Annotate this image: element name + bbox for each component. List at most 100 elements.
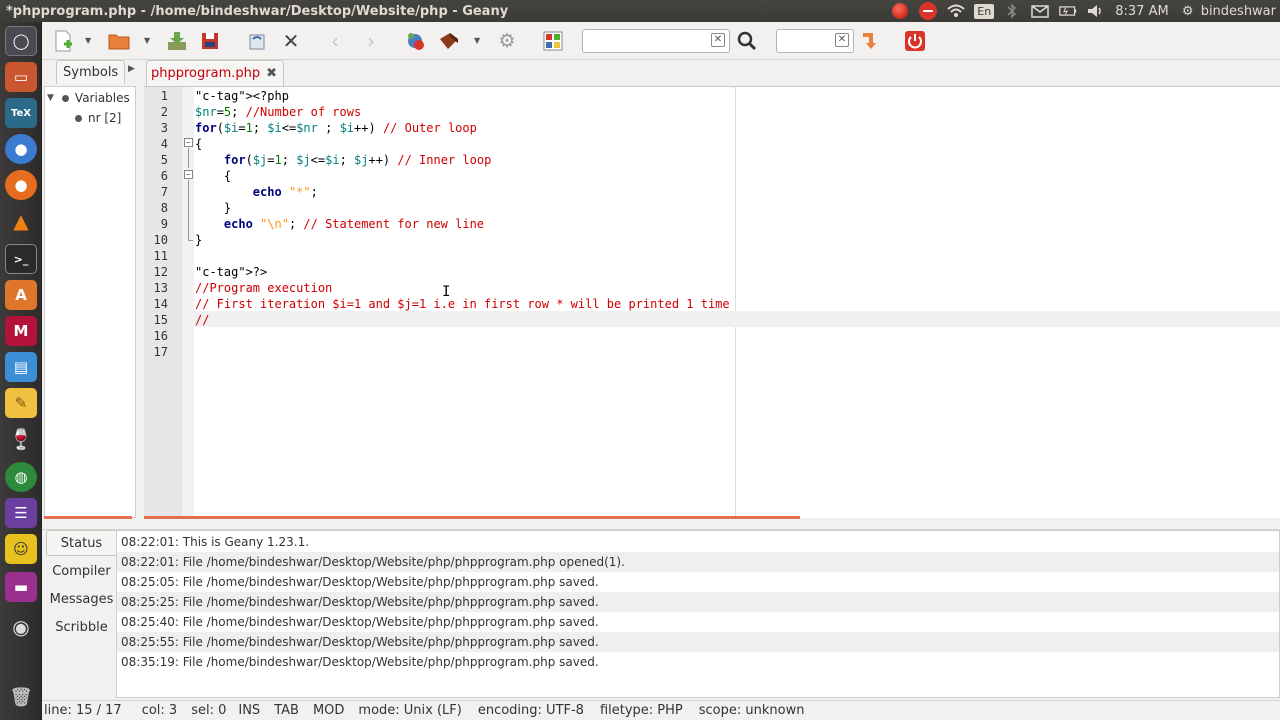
- color-chooser-icon[interactable]: [540, 29, 566, 53]
- code-line[interactable]: //Program execution: [195, 280, 332, 296]
- tab-scribble[interactable]: Scribble: [46, 614, 116, 640]
- code-line[interactable]: "c-tag">?>: [195, 264, 267, 280]
- code-line[interactable]: echo "*";: [195, 184, 318, 200]
- tree-item-variables[interactable]: ▼ Variables: [47, 91, 130, 105]
- search-icon[interactable]: [734, 29, 760, 53]
- keyboard-layout-label: En: [974, 3, 995, 19]
- code-line[interactable]: }: [195, 200, 231, 216]
- tab-messages[interactable]: Messages: [46, 586, 116, 612]
- search-input[interactable]: ✕: [582, 29, 730, 53]
- close-icon[interactable]: ✕: [278, 29, 304, 53]
- bluetooth-icon[interactable]: [1003, 2, 1021, 20]
- code-editor[interactable]: − − 1 2 3 4 5 6 7 8 9 10 11 12 13 14 15 16 17 "c-tag"><?…: [144, 86, 1280, 519]
- revert-icon[interactable]: [244, 29, 270, 53]
- line-number: 15: [153, 313, 168, 327]
- list-item[interactable]: 08:25:40: File /home/bindeshwar/Desktop/…: [117, 612, 1279, 632]
- search-clear-icon[interactable]: ✕: [711, 33, 725, 47]
- symbols-tree: ▼ Variables nr [2]: [44, 86, 136, 518]
- dash-icon[interactable]: ◯: [5, 26, 37, 56]
- tree-item-nr[interactable]: nr [2]: [75, 111, 121, 125]
- line-number: 2: [160, 105, 168, 119]
- code-line[interactable]: "c-tag"><?php: [195, 88, 289, 104]
- list-item[interactable]: 08:25:55: File /home/bindeshwar/Desktop/…: [117, 632, 1279, 652]
- chromium-icon[interactable]: ●: [5, 134, 37, 164]
- trash-icon[interactable]: 🗑: [5, 682, 37, 712]
- dvd-icon[interactable]: ◉: [5, 612, 37, 642]
- code-line[interactable]: echo "\n"; // Statement for new line: [195, 216, 484, 232]
- code-line[interactable]: $nr=5; //Number of rows: [195, 104, 361, 120]
- variable-icon: [75, 114, 82, 122]
- gear-icon[interactable]: ⚙: [1179, 2, 1197, 20]
- code-line[interactable]: {: [195, 168, 231, 184]
- save-icon[interactable]: [164, 29, 190, 53]
- line-number: 10: [153, 233, 168, 247]
- vlc-icon[interactable]: ▲: [5, 206, 37, 236]
- code-line[interactable]: //: [195, 312, 209, 328]
- list-item[interactable]: 08:22:01: This is Geany 1.23.1.: [117, 532, 1279, 552]
- software-center-icon[interactable]: A: [5, 280, 37, 310]
- forward-icon[interactable]: ›: [358, 29, 384, 53]
- list-item[interactable]: 08:25:25: File /home/bindeshwar/Desktop/…: [117, 592, 1279, 612]
- user-avatar-icon[interactable]: ☺: [5, 534, 37, 564]
- tab-status[interactable]: Status: [46, 530, 116, 556]
- notes-icon[interactable]: ✎: [5, 388, 37, 418]
- back-icon[interactable]: ‹: [322, 29, 348, 53]
- stop-icon[interactable]: [919, 2, 938, 20]
- code-line[interactable]: // First iteration $i=1 and $j=1 i.e in …: [195, 296, 730, 312]
- tab-close-icon[interactable]: ✖: [266, 66, 277, 86]
- purple-app-icon[interactable]: ▬: [5, 572, 37, 602]
- user-name[interactable]: bindeshwar: [1201, 4, 1276, 19]
- new-file-dropdown-icon[interactable]: ▼: [85, 36, 91, 45]
- mail-icon[interactable]: [1031, 2, 1049, 20]
- preferences-icon[interactable]: ⚙: [494, 29, 520, 53]
- wifi-icon[interactable]: [947, 2, 965, 20]
- fold-toggle-icon[interactable]: −: [184, 170, 193, 179]
- status-tab: TAB: [274, 703, 299, 718]
- clock[interactable]: 8:37 AM: [1115, 4, 1168, 19]
- goto-clear-icon[interactable]: ✕: [835, 33, 849, 47]
- code-line[interactable]: {: [195, 136, 202, 152]
- volume-icon[interactable]: [1087, 2, 1105, 20]
- tab-compiler[interactable]: Compiler: [46, 558, 116, 584]
- fold-toggle-icon[interactable]: −: [184, 138, 193, 147]
- text-editor-icon[interactable]: ▤: [5, 352, 37, 382]
- save-all-icon[interactable]: [198, 29, 224, 53]
- compile-icon[interactable]: [402, 29, 428, 53]
- document-tab[interactable]: phpprogram.php ✖: [146, 60, 285, 86]
- open-file-icon[interactable]: [106, 29, 132, 53]
- keyboard-icon[interactable]: En: [974, 2, 995, 20]
- list-item[interactable]: 08:22:01: File /home/bindeshwar/Desktop/…: [117, 552, 1279, 572]
- message-window: Status Compiler Messages Scribble 08:22:…: [42, 530, 1280, 698]
- code-line[interactable]: }: [195, 232, 202, 248]
- current-line-highlight: [194, 311, 1280, 327]
- sidebar-scrollbar[interactable]: [44, 516, 132, 519]
- code-line[interactable]: for($i=1; $i<=$nr ; $i++) // Outer loop: [195, 120, 477, 136]
- firefox-icon[interactable]: ●: [5, 170, 37, 200]
- new-file-icon[interactable]: [50, 29, 76, 53]
- mendeley-icon[interactable]: M: [5, 316, 37, 346]
- status-col: col: 3: [141, 703, 178, 718]
- list-item[interactable]: 08:25:05: File /home/bindeshwar/Desktop/…: [117, 572, 1279, 592]
- tab-scroll-right-icon[interactable]: ▶: [128, 64, 135, 74]
- terminal-icon[interactable]: >_: [5, 244, 37, 274]
- files-icon[interactable]: ▭: [5, 62, 37, 92]
- browser-globe-icon[interactable]: ◍: [5, 462, 37, 492]
- tab-symbols[interactable]: Symbols: [56, 60, 126, 84]
- editor-horizontal-scrollbar[interactable]: [144, 516, 800, 519]
- battery-icon[interactable]: [1059, 2, 1077, 20]
- build-icon[interactable]: [436, 29, 462, 53]
- open-file-dropdown-icon[interactable]: ▼: [144, 36, 150, 45]
- record-icon[interactable]: [891, 2, 909, 20]
- settings-icon[interactable]: ☰: [5, 498, 37, 528]
- code-line[interactable]: for($j=1; $j<=$i; $j++) // Inner loop: [195, 152, 491, 168]
- expander-down-icon[interactable]: ▼: [47, 93, 54, 103]
- goto-line-icon[interactable]: [856, 29, 882, 53]
- line-number: 8: [160, 201, 168, 215]
- pane-splitter[interactable]: [42, 522, 1280, 530]
- list-item[interactable]: 08:35:19: File /home/bindeshwar/Desktop/…: [117, 652, 1279, 672]
- quit-icon[interactable]: [902, 29, 928, 53]
- build-dropdown-icon[interactable]: ▼: [474, 36, 480, 45]
- tex-icon[interactable]: TeX: [5, 98, 37, 128]
- wine-icon[interactable]: 🍷: [5, 424, 37, 454]
- goto-line-input[interactable]: ✕: [776, 29, 854, 53]
